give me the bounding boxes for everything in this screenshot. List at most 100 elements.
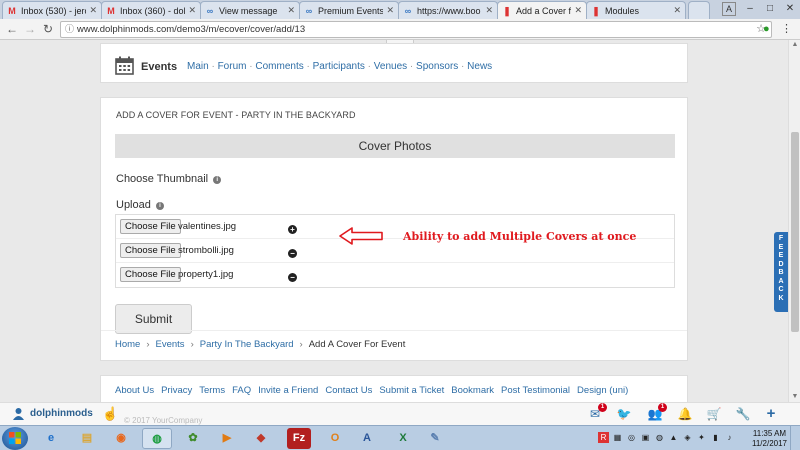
page-scrollbar[interactable]: ▲ ▼ <box>788 40 800 402</box>
browser-tab-4[interactable]: ∞ Premium Events ✕ <box>299 1 399 19</box>
tray-app-icon[interactable]: ▣ <box>640 432 651 443</box>
info-icon[interactable]: i <box>213 176 222 184</box>
tray-app-icon[interactable]: ◈ <box>682 432 693 443</box>
add-row-icon[interactable]: + <box>288 225 297 234</box>
tab-title: Modules <box>605 5 640 16</box>
volume-icon[interactable]: ♪ <box>724 432 735 443</box>
footer-link[interactable]: Bookmark <box>451 385 494 396</box>
reload-icon[interactable]: ↻ <box>40 21 56 37</box>
filezilla-icon[interactable]: Fz <box>287 428 311 449</box>
remove-row-icon[interactable]: − <box>288 273 297 282</box>
frog-app-icon[interactable]: ✿ <box>178 428 208 449</box>
plus-icon[interactable]: + <box>762 406 780 422</box>
scroll-up-icon[interactable]: ▲ <box>789 40 800 50</box>
cart-icon[interactable]: 🛒 <box>705 406 723 422</box>
events-menu-sponsors[interactable]: Sponsors <box>416 61 458 72</box>
paint-icon[interactable]: ✎ <box>420 428 450 449</box>
file-explorer-icon[interactable]: ▤ <box>72 428 102 449</box>
events-menu-forum[interactable]: Forum <box>218 61 247 72</box>
menu-dots-icon[interactable]: ⋮ <box>781 22 792 37</box>
browser-tab-1[interactable]: M Inbox (530) - jerc ✕ <box>2 1 102 19</box>
close-icon[interactable]: ✕ <box>673 5 681 16</box>
remove-row-icon[interactable]: − <box>288 249 297 258</box>
scroll-down-icon[interactable]: ▼ <box>789 392 800 402</box>
hand-pointer-icon[interactable]: ☝ <box>102 406 118 422</box>
footer-link[interactable]: Contact Us <box>325 385 372 396</box>
network-icon[interactable]: ▮ <box>710 432 721 443</box>
footer-link[interactable]: About Us <box>115 385 154 396</box>
close-icon[interactable]: ✕ <box>89 5 97 16</box>
close-icon[interactable]: ✕ <box>287 5 295 16</box>
media-player-icon[interactable]: ▶ <box>212 428 242 449</box>
chrome-icon[interactable]: ◍ <box>142 428 172 449</box>
events-menu-comments[interactable]: Comments <box>255 61 303 72</box>
browser-tab-3[interactable]: ∞ View message ✕ <box>200 1 300 19</box>
infinity-icon: ∞ <box>206 5 214 16</box>
mail-icon[interactable]: ✉ 1 <box>586 403 607 422</box>
breadcrumb-home[interactable]: Home <box>115 339 140 350</box>
breadcrumb-events[interactable]: Events <box>156 339 185 350</box>
address-book-icon[interactable]: A <box>352 428 382 449</box>
browser-tab-5[interactable]: ∞ https://www.boo ✕ <box>398 1 498 19</box>
tray-app-icon[interactable]: ◍ <box>654 432 665 443</box>
info-icon[interactable]: i <box>155 202 164 210</box>
feedback-tab[interactable]: FEEDBACK <box>774 232 788 312</box>
scroll-thumb[interactable] <box>791 132 799 332</box>
choose-file-button[interactable]: Choose File <box>120 243 181 258</box>
close-icon[interactable]: ✕ <box>188 5 196 16</box>
events-menu-participants[interactable]: Participants <box>313 61 365 72</box>
tab-title: Premium Events <box>318 5 384 16</box>
maximize-icon[interactable]: □ <box>760 0 780 18</box>
choose-file-button[interactable]: Choose File <box>120 219 181 234</box>
file-name: valentines.jpg <box>178 221 237 232</box>
show-desktop-button[interactable] <box>790 426 800 450</box>
tray-app-icon[interactable]: ◎ <box>626 432 637 443</box>
system-clock[interactable]: 11:35 AM 11/2/2017 <box>752 429 787 449</box>
browser-tab-6[interactable]: ❚ Add a Cover for E ✕ <box>497 1 587 19</box>
browser-tab-7[interactable]: ❚ Modules ✕ <box>586 1 686 19</box>
new-tab-button[interactable] <box>688 1 710 19</box>
outlook-icon[interactable]: O <box>320 428 350 449</box>
wrench-icon[interactable]: 🔧 <box>734 406 752 422</box>
user-badge[interactable]: A <box>722 2 736 16</box>
page-info-icon[interactable]: ⓘ <box>65 22 74 37</box>
firefox-icon[interactable]: ◉ <box>106 428 136 449</box>
footer-link[interactable]: Design (uni) <box>577 385 628 396</box>
brand-name: dolphinmods <box>30 408 93 419</box>
upload-label: Upload i <box>116 199 164 211</box>
back-icon[interactable]: ← <box>4 21 20 37</box>
footer-link[interactable]: Privacy <box>161 385 192 396</box>
friends-icon[interactable]: 👥 1 <box>646 403 667 422</box>
events-menu-news[interactable]: News <box>467 61 492 72</box>
close-icon[interactable]: ✕ <box>574 5 582 16</box>
forward-icon[interactable]: → <box>22 21 38 37</box>
close-window-icon[interactable]: ✕ <box>780 0 800 18</box>
close-icon[interactable]: ✕ <box>485 5 493 16</box>
close-icon[interactable]: ✕ <box>386 5 394 16</box>
twitter-icon[interactable]: 🐦 <box>615 406 633 422</box>
choose-file-button[interactable]: Choose File <box>120 267 181 282</box>
breadcrumb-event[interactable]: Party In The Backyard <box>200 339 294 350</box>
user-icon <box>13 408 24 420</box>
footer-link[interactable]: Post Testimonial <box>501 385 570 396</box>
internet-explorer-icon[interactable]: e <box>36 428 66 449</box>
address-bar[interactable]: ⓘ www.dolphinmods.com/demo3/m/ecover/cov… <box>60 21 772 38</box>
tray-app-icon[interactable]: ▦ <box>612 432 623 443</box>
footer-link[interactable]: Submit a Ticket <box>379 385 444 396</box>
start-button[interactable] <box>2 427 28 450</box>
extension-icon[interactable]: ● <box>763 22 770 37</box>
tray-app-icon[interactable]: R <box>598 432 609 443</box>
footer-link[interactable]: FAQ <box>232 385 251 396</box>
tray-app-icon[interactable]: ▲ <box>668 432 679 443</box>
tray-app-icon[interactable]: ✦ <box>696 432 707 443</box>
excel-icon[interactable]: X <box>388 428 418 449</box>
brand-link[interactable]: dolphinmods <box>12 407 93 420</box>
eraser-app-icon[interactable]: ◆ <box>246 428 276 449</box>
footer-link[interactable]: Invite a Friend <box>258 385 318 396</box>
footer-link[interactable]: Terms <box>199 385 225 396</box>
bell-icon[interactable]: 🔔 <box>676 406 694 422</box>
events-menu-venues[interactable]: Venues <box>374 61 407 72</box>
minimize-icon[interactable]: – <box>740 0 760 18</box>
browser-tab-2[interactable]: M Inbox (360) - dolp ✕ <box>101 1 201 19</box>
events-menu-main[interactable]: Main <box>187 61 209 72</box>
